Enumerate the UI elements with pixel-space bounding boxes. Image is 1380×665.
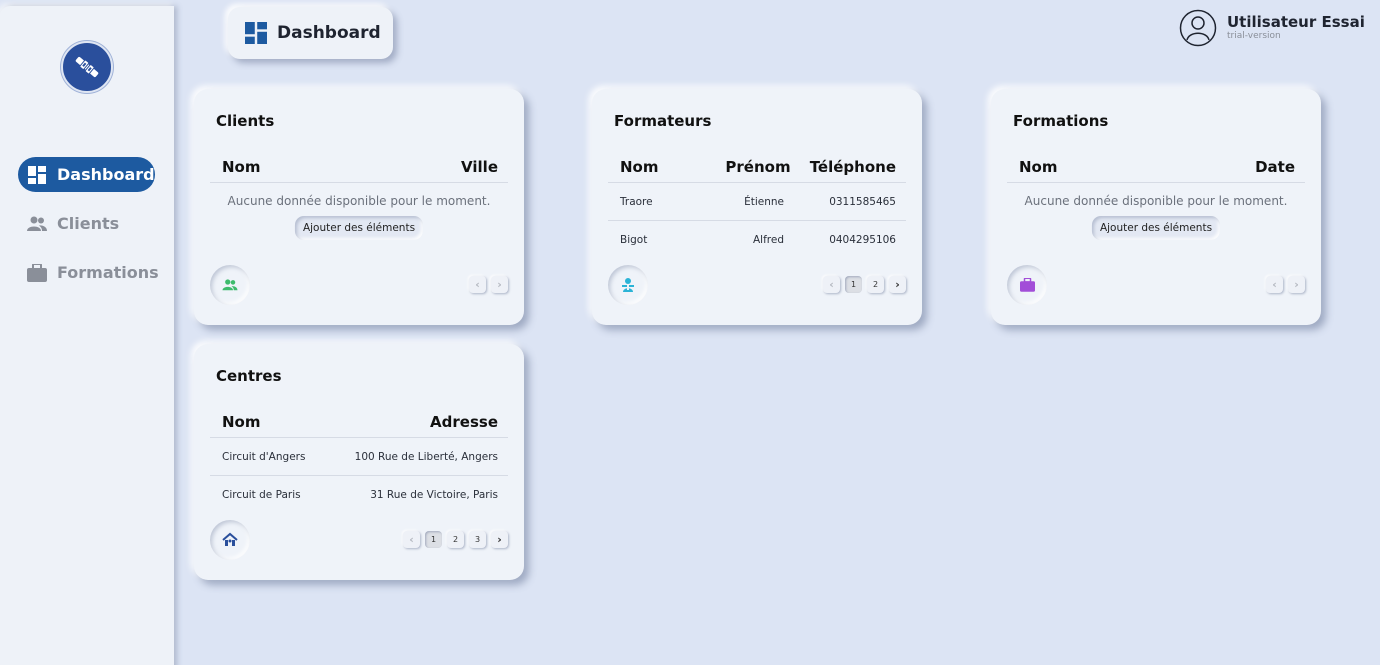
cell-telephone: 0311585465	[829, 195, 896, 208]
table-header: Nom Date	[1007, 151, 1305, 183]
dashboard-icon	[245, 22, 267, 44]
page-title-text: Dashboard	[277, 23, 381, 43]
users-icon	[27, 214, 47, 234]
cell-nom: Circuit d'Angers	[222, 450, 306, 463]
table-header: Nom Adresse	[210, 406, 508, 438]
empty-message: Aucune donnée disponible pour le moment.	[227, 194, 491, 208]
column-header: Téléphone	[809, 157, 896, 176]
user-menu[interactable]: Utilisateur Essai trial-version	[1179, 8, 1365, 48]
sidebar-item-dashboard[interactable]: Dashboard	[18, 157, 155, 192]
column-header: Date	[1255, 157, 1295, 176]
next-page-button[interactable]: ›	[491, 531, 508, 548]
column-header: Nom	[1019, 157, 1058, 176]
column-header: Nom	[620, 157, 659, 176]
house-icon	[210, 520, 250, 560]
pagination: ‹ 1 2 3 ›	[403, 531, 508, 548]
seatbelt-icon	[75, 56, 99, 78]
card-title: Centres	[216, 367, 282, 385]
trainer-icon	[608, 265, 648, 305]
page-button-2[interactable]: 2	[867, 276, 884, 293]
cell-nom: Traore	[620, 195, 653, 208]
page-button-3[interactable]: 3	[469, 531, 486, 548]
cell-adresse: 31 Rue de Victoire, Paris	[370, 489, 498, 501]
user-avatar-icon	[1179, 9, 1217, 47]
card-title: Formateurs	[614, 112, 712, 130]
prev-page-button[interactable]: ‹	[1266, 276, 1283, 293]
briefcase-icon	[27, 263, 47, 283]
table-row[interactable]: Traore Étienne 0311585465	[608, 183, 906, 221]
table-row[interactable]: Circuit de Paris 31 Rue de Victoire, Par…	[210, 476, 508, 514]
user-name: Utilisateur Essai	[1227, 13, 1365, 31]
table-row[interactable]: Circuit d'Angers 100 Rue de Liberté, Ang…	[210, 438, 508, 476]
next-page-button[interactable]: ›	[889, 276, 906, 293]
cell-prenom: Étienne	[744, 195, 784, 208]
cell-nom: Circuit de Paris	[222, 489, 301, 501]
sidebar-item-label: Clients	[57, 214, 120, 233]
cell-nom: Bigot	[620, 234, 648, 246]
pagination: ‹ 1 2 ›	[823, 276, 906, 293]
page-button-1[interactable]: 1	[425, 531, 442, 548]
sidebar-item-label: Formations	[57, 263, 159, 282]
briefcase-icon	[1007, 265, 1047, 305]
cell-prenom: Alfred	[752, 234, 784, 246]
prev-page-button[interactable]: ‹	[403, 531, 420, 548]
centres-card: Centres Nom Adresse Circuit d'Angers 100…	[194, 344, 524, 580]
pagination: ‹ ›	[469, 276, 508, 293]
table-row[interactable]: Bigot Alfred 0404295106	[608, 221, 906, 259]
page-title: Dashboard	[228, 7, 393, 59]
prev-page-button[interactable]: ‹	[823, 276, 840, 293]
user-subtitle: trial-version	[1227, 31, 1281, 41]
users-icon	[210, 265, 250, 305]
sidebar-item-formations[interactable]: Formations	[18, 255, 159, 290]
sidebar-item-label: Dashboard	[57, 165, 155, 184]
card-title: Clients	[216, 112, 275, 130]
sidebar: Dashboard Clients Formations	[0, 6, 174, 665]
sidebar-item-clients[interactable]: Clients	[18, 206, 155, 241]
next-page-button[interactable]: ›	[491, 276, 508, 293]
table-header: Nom Ville	[210, 151, 508, 183]
formateurs-card: Formateurs Nom Prénom Téléphone Traore É…	[592, 89, 922, 325]
pagination: ‹ ›	[1266, 276, 1305, 293]
add-items-button[interactable]: Ajouter des éléments	[294, 216, 424, 240]
table-header: Nom Prénom Téléphone	[608, 151, 906, 183]
card-title: Formations	[1013, 112, 1109, 130]
formations-card: Formations Nom Date Aucune donnée dispon…	[991, 89, 1321, 325]
dashboard-icon	[27, 165, 47, 185]
next-page-button[interactable]: ›	[1288, 276, 1305, 293]
cell-adresse: 100 Rue de Liberté, Angers	[354, 450, 498, 463]
app-logo[interactable]	[61, 41, 113, 93]
page-button-2[interactable]: 2	[447, 531, 464, 548]
column-header: Nom	[222, 412, 261, 431]
column-header: Ville	[461, 157, 498, 176]
cell-telephone: 0404295106	[829, 234, 896, 246]
add-items-button[interactable]: Ajouter des éléments	[1091, 216, 1221, 240]
column-header: Nom	[222, 157, 261, 176]
column-header: Adresse	[430, 412, 498, 431]
prev-page-button[interactable]: ‹	[469, 276, 486, 293]
empty-message: Aucune donnée disponible pour le moment.	[1024, 194, 1288, 208]
clients-card: Clients Nom Ville Aucune donnée disponib…	[194, 89, 524, 325]
column-header: Prénom	[725, 157, 791, 176]
page-button-1[interactable]: 1	[845, 276, 862, 293]
